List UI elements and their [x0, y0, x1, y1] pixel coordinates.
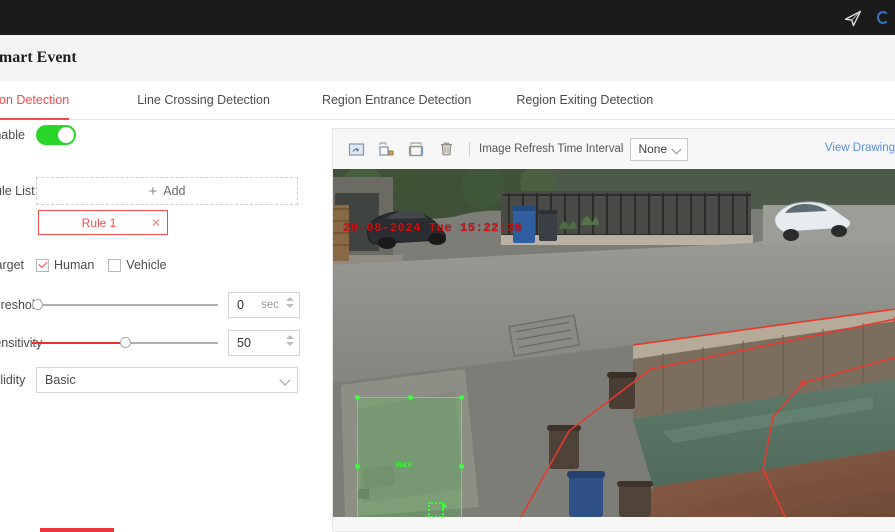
add-rule-label: Add	[163, 184, 185, 198]
edge-partial-icon[interactable]	[877, 11, 889, 24]
sensitivity-stepper[interactable]: 50	[228, 330, 300, 356]
add-rule-button[interactable]: + Add	[36, 177, 298, 205]
sensitivity-row: Sensitivity 50	[0, 330, 300, 356]
draw-area-icon[interactable]	[343, 137, 369, 161]
settings-panel: Enable Rule List + Add Rule 1 ✕ Target H…	[0, 120, 320, 532]
draw-min-size-icon[interactable]	[373, 137, 399, 161]
stepper-arrows[interactable]	[286, 335, 294, 346]
target-human-label: Human	[54, 258, 94, 272]
enable-label: Enable	[0, 128, 24, 142]
video-preview-panel: Image Refresh Time Interval None View Dr…	[332, 128, 895, 532]
toolbar-divider	[469, 142, 470, 156]
rule-item[interactable]: Rule 1 ✕	[38, 210, 168, 235]
close-icon[interactable]: ✕	[145, 216, 167, 230]
chevron-down-icon	[672, 144, 682, 154]
live-video-frame[interactable]: 20-08-2024 Tue 15:22:36 max	[333, 169, 895, 517]
page-header: Smart Event	[0, 35, 895, 81]
rule-list-label: Rule List	[0, 184, 24, 198]
sensitivity-label: Sensitivity	[0, 336, 24, 350]
threshold-value: 0	[229, 298, 244, 312]
delete-icon[interactable]	[433, 137, 459, 161]
tab-region-exiting-detection[interactable]: Region Exiting Detection	[516, 81, 653, 120]
refresh-interval-label: Image Refresh Time Interval	[479, 143, 623, 155]
caret-down-icon[interactable]	[286, 342, 294, 346]
tab-line-crossing-detection[interactable]: Line Crossing Detection	[137, 81, 270, 120]
smart-event-page: Smart Event Intrusion Detection Line Cro…	[0, 0, 895, 532]
region-handle[interactable]	[408, 395, 413, 400]
caret-down-icon[interactable]	[286, 304, 294, 308]
threshold-label: Threshold	[0, 298, 24, 312]
enable-row: Enable	[0, 125, 76, 145]
tab-intrusion-detection[interactable]: Intrusion Detection	[0, 81, 69, 120]
region-handle[interactable]	[355, 464, 360, 469]
validity-label: Validity	[0, 373, 24, 387]
target-checkbox-human[interactable]: Human	[36, 258, 94, 272]
slider-thumb[interactable]	[32, 299, 43, 310]
region-handle[interactable]	[355, 395, 360, 400]
toggle-knob	[58, 127, 74, 143]
region-max-size-label: max	[396, 460, 412, 470]
caret-up-icon[interactable]	[286, 297, 294, 301]
video-timestamp: 20-08-2024 Tue 15:22:36	[343, 221, 522, 235]
stepper-arrows[interactable]	[286, 297, 294, 308]
tab-label: Intrusion Detection	[0, 93, 69, 107]
threshold-unit: sec	[261, 299, 279, 311]
region-handle[interactable]	[459, 464, 464, 469]
validity-select[interactable]: Basic	[36, 367, 298, 393]
slider-thumb[interactable]	[120, 337, 131, 348]
draw-max-size-icon[interactable]	[403, 137, 429, 161]
refresh-interval-select[interactable]: None	[630, 138, 688, 161]
tab-label: Region Exiting Detection	[516, 93, 653, 107]
threshold-row: Threshold 0 sec	[0, 292, 300, 318]
rule-list-row: Rule List + Add	[0, 177, 298, 205]
tab-label: Region Entrance Detection	[322, 93, 471, 107]
target-checkbox-vehicle[interactable]: Vehicle	[108, 258, 166, 272]
rule-item-label: Rule 1	[39, 216, 145, 230]
tab-bar: Intrusion Detection Line Crossing Detect…	[0, 81, 895, 120]
save-button[interactable]: Save	[40, 528, 114, 532]
preview-toolbar: Image Refresh Time Interval None View Dr…	[333, 129, 895, 169]
threshold-stepper[interactable]: 0 sec	[228, 292, 300, 318]
target-label: Target	[0, 258, 24, 272]
caret-up-icon[interactable]	[286, 335, 294, 339]
browser-top-bar	[0, 0, 895, 35]
region-handle[interactable]	[459, 395, 464, 400]
detection-region-shape[interactable]: max	[357, 397, 462, 517]
checkbox-checked-icon	[36, 259, 49, 272]
target-row: Target Human Vehicle	[0, 258, 167, 272]
validity-row: Validity Basic	[0, 367, 298, 393]
sensitivity-slider[interactable]	[32, 335, 218, 351]
validity-value: Basic	[37, 373, 76, 387]
tab-label: Line Crossing Detection	[137, 93, 270, 107]
slider-fill	[32, 342, 125, 344]
target-vehicle-label: Vehicle	[126, 258, 166, 272]
plus-icon: +	[148, 184, 157, 199]
sensitivity-value: 50	[229, 336, 251, 350]
top-bar-icon-group	[843, 0, 895, 35]
enable-toggle[interactable]	[36, 125, 76, 145]
tab-region-entrance-detection[interactable]: Region Entrance Detection	[322, 81, 471, 120]
page-title: Smart Event	[0, 49, 77, 67]
region-min-arrow-icon	[442, 502, 447, 510]
refresh-interval-value: None	[631, 142, 667, 156]
send-plane-icon[interactable]	[843, 8, 863, 28]
checkbox-unchecked-icon	[108, 259, 121, 272]
slider-track	[32, 304, 218, 306]
chevron-down-icon	[279, 374, 290, 385]
view-drawing-link[interactable]: View Drawing	[825, 142, 895, 154]
threshold-slider[interactable]	[32, 297, 218, 313]
